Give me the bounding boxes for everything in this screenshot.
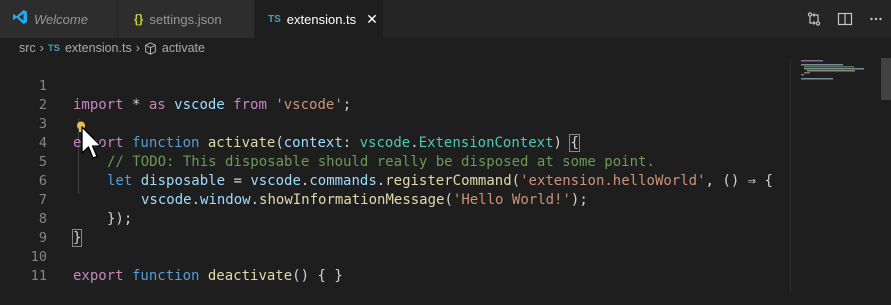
chevron-right-icon: › (135, 41, 140, 55)
ellipsis-icon (869, 17, 882, 21)
editor-actions (798, 0, 891, 38)
breadcrumb-file[interactable]: extension.ts (65, 41, 132, 55)
code-line: 8 } (0, 191, 790, 247)
tab-label: extension.ts (286, 11, 357, 27)
compare-changes-icon (807, 12, 820, 26)
tab-label: Welcome (34, 11, 88, 27)
chevron-right-icon: › (39, 41, 44, 55)
more-actions-button[interactable] (860, 0, 891, 38)
vscode-icon (12, 9, 28, 29)
typescript-icon: TS (47, 42, 60, 54)
line-number: 11 (30, 268, 47, 284)
tab-extension-ts[interactable]: TS extension.ts ✕ (255, 0, 383, 38)
split-editor-button[interactable] (829, 0, 860, 38)
minimap-slider[interactable] (881, 58, 891, 100)
breadcrumb-symbol[interactable]: activate (162, 41, 205, 55)
open-changes-button[interactable] (798, 0, 829, 38)
code-line: 10 export function deactivate() { } (0, 229, 790, 284)
json-icon: {} (134, 12, 144, 26)
code-line: 5 let disposable = vscode.commands.regis… (0, 134, 790, 189)
code-line: 3 export function activate(context: vsco… (0, 96, 790, 152)
close-icon[interactable]: ✕ (366, 11, 378, 28)
tab-settings-json[interactable]: {} settings.json (118, 0, 254, 38)
code-line: 11 (0, 248, 790, 284)
tab-bar: Welcome {} settings.json TS extension.ts… (0, 0, 891, 38)
cube-icon (144, 41, 157, 55)
tab-welcome[interactable]: Welcome (0, 0, 117, 38)
code-line: 2 (0, 77, 790, 113)
code-line: 7 }); (0, 172, 790, 227)
split-editor-icon (837, 12, 852, 26)
breadcrumb: src › TS extension.ts › activate (0, 38, 891, 58)
code-editor[interactable]: 1 import * as vscode from 'vscode'; 2 3 … (0, 58, 790, 292)
mouse-pointer-icon (81, 126, 103, 164)
code-line: 1 import * as vscode from 'vscode'; (0, 58, 790, 113)
breadcrumb-folder[interactable]: src (19, 41, 36, 55)
code-line: 6 vscode.window.showInformationMessage('… (0, 153, 790, 208)
minimap[interactable] (790, 58, 891, 292)
code-line: 4 // TODO: This disposable should really… (0, 115, 790, 170)
tab-label: settings.json (149, 11, 222, 27)
minimap-preview (801, 60, 864, 80)
code-line: 9 (0, 210, 790, 246)
typescript-icon: TS (268, 13, 281, 25)
